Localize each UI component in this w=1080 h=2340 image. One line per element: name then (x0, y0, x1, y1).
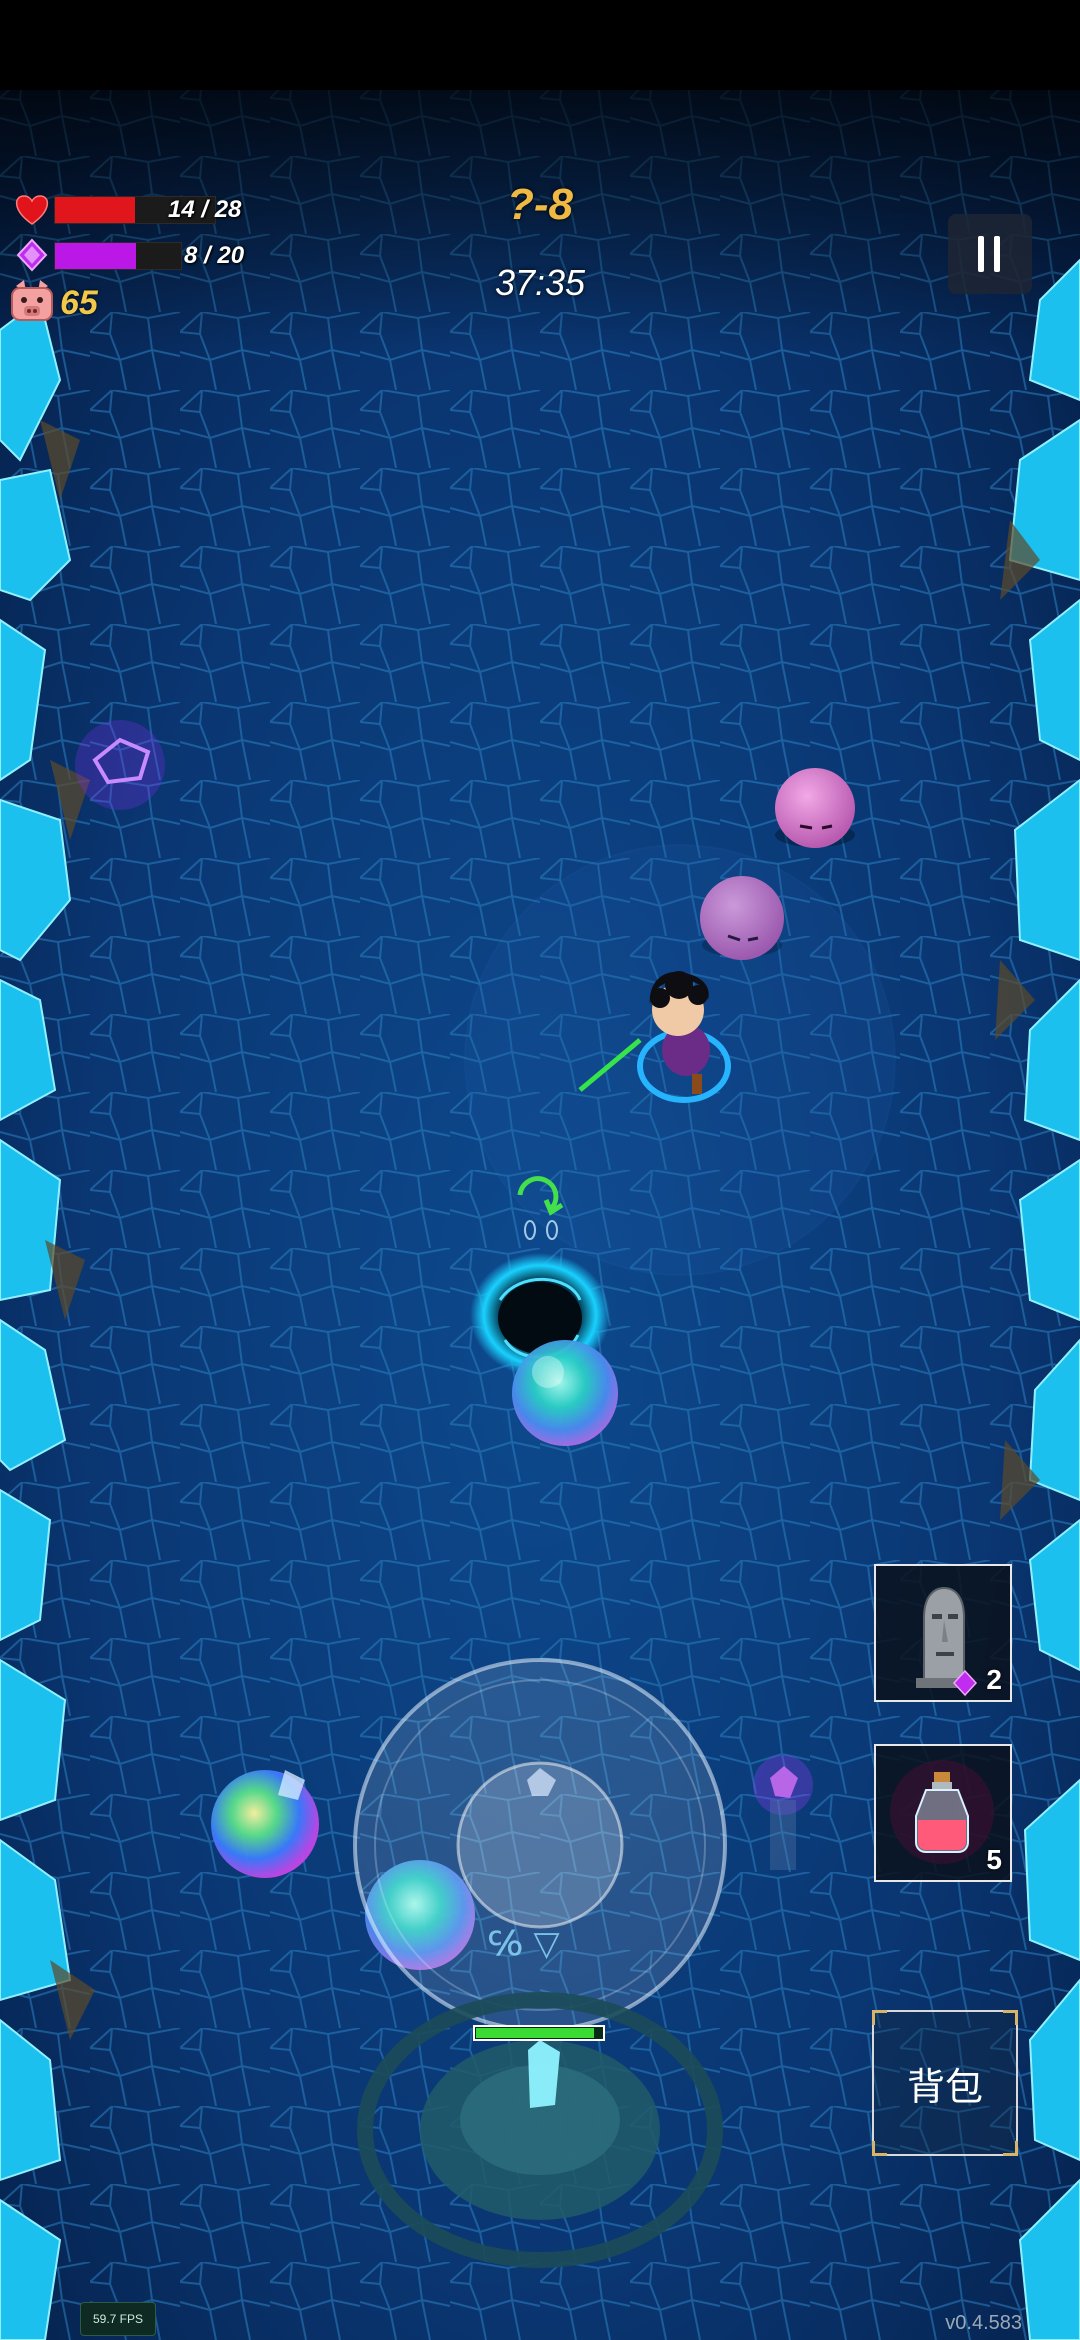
enemy-pink-slime-1 (775, 768, 855, 848)
statue-count: 2 (986, 1664, 1002, 1695)
item-slot-potion[interactable]: 5 (874, 1744, 1012, 1882)
svg-text:℅ ▽: ℅ ▽ (488, 1924, 560, 1964)
elapsed-timer: 37:35 (494, 262, 586, 303)
coin-count: 65 (60, 284, 98, 322)
mana-text: 8 / 20 (184, 242, 245, 269)
version-label: v0.4.583 (945, 2312, 1022, 2334)
game-scene: ℅ ▽ (0, 0, 1080, 2340)
backpack-button[interactable]: 背包 (872, 2010, 1018, 2156)
item-slot-statue[interactable]: 2 (874, 1564, 1012, 1702)
level-indicator: ?-8 (507, 180, 573, 229)
health-bar-fill (55, 197, 135, 223)
coin-counter: 65 (8, 278, 148, 328)
heart-icon (12, 192, 52, 226)
health-bar: 14 / 28 (8, 192, 248, 226)
pig-icon (8, 278, 56, 324)
potion-count: 5 (986, 1844, 1002, 1875)
rainbow-orb-1 (512, 1340, 618, 1446)
health-text: 14 / 28 (168, 196, 242, 223)
fps-counter: 59.7 FPS (80, 2302, 156, 2336)
rainbow-orb-2 (211, 1770, 319, 1878)
pause-button[interactable] (948, 214, 1032, 294)
mana-bar: 8 / 20 (8, 238, 248, 272)
purple-crystal-pickup (75, 720, 165, 810)
game-stage: ℅ ▽ 14 / 28 8 / 20 65 ?-8 37:35 2 5 背包 5… (0, 0, 1080, 2340)
slot-gem-cost-icon (952, 1670, 978, 1696)
mana-bar-fill (55, 243, 136, 269)
backpack-label: 背包 (906, 2064, 983, 2109)
virtual-joystick[interactable]: ℅ ▽ (353, 1658, 727, 2032)
purple-gem-icon (14, 238, 50, 272)
